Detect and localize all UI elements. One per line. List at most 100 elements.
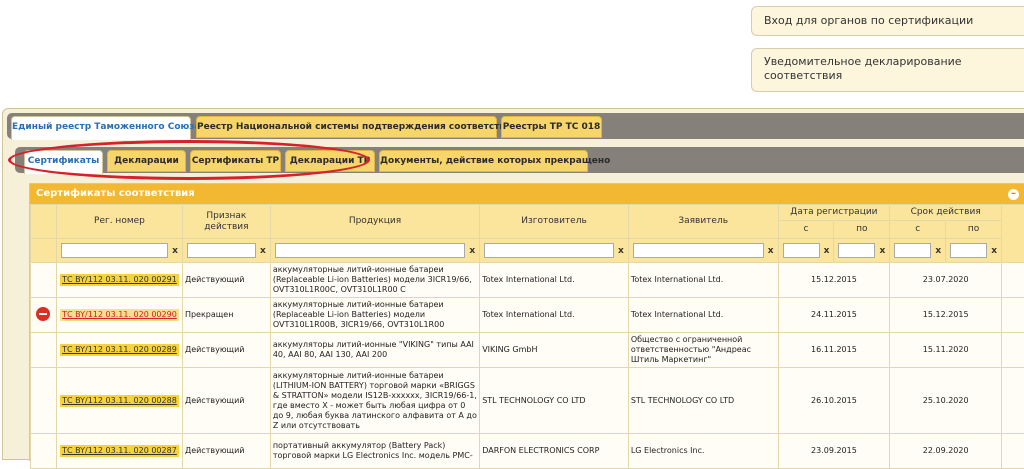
grid-title-bar: Сертификаты соответствия –	[30, 184, 1024, 204]
product-cell: аккумуляторные литий-ионные батареи (Rep…	[270, 263, 479, 298]
col-status[interactable]: Признак действия	[182, 205, 270, 239]
col-validity: Срок действия	[890, 205, 1002, 221]
reg-number-link[interactable]: ТС BY/112 03.11. 020 00287	[60, 445, 179, 457]
table-row[interactable]: ТС BY/112 03.11. 020 00291 Действующий а…	[31, 263, 1024, 298]
applicant-cell: Totex International Ltd.	[628, 263, 778, 298]
filter-product[interactable]	[275, 243, 466, 258]
manufacturer-cell: STL TECHNOLOGY CO LTD	[480, 368, 629, 434]
manufacturer-cell: DARFON ELECTRONICS CORP	[480, 434, 629, 469]
reg-date-cell: 16.11.2015	[778, 333, 890, 368]
valid-to-cell: 22.09.2020	[890, 434, 1002, 469]
valid-to-cell: 25.10.2020	[890, 368, 1002, 434]
tab-tr-ts-018[interactable]: Реестры ТР ТС 018	[501, 116, 602, 138]
product-cell: аккумуляторные литий-ионные батареи (Rep…	[270, 298, 479, 333]
reg-date-cell: 26.10.2015	[778, 368, 890, 434]
col-validity-to[interactable]: по	[946, 221, 1002, 239]
row-icon-cell	[31, 368, 57, 434]
table-row[interactable]: ТС BY/112 03.11. 020 00288 Действующий а…	[31, 368, 1024, 434]
col-reg-number[interactable]: Рег. номер	[56, 205, 182, 239]
filter-reg-date-from[interactable]	[783, 243, 820, 258]
clear-filter-icon[interactable]: x	[824, 246, 830, 256]
tab-declarations-tr[interactable]: Декларации ТР	[285, 150, 375, 172]
table-row[interactable]: ТС BY/112 03.11. 020 00289 Действующий а…	[31, 333, 1024, 368]
product-cell: портативный аккумулятор (Battery Pack) т…	[270, 434, 479, 469]
gutter-cell	[1002, 298, 1024, 333]
tab-terminated-documents[interactable]: Документы, действие которых прекращено	[379, 150, 588, 172]
status-cell: Действующий	[182, 263, 270, 298]
manufacturer-cell: VIKING GmbH	[480, 333, 629, 368]
filter-reg-number[interactable]	[61, 243, 168, 258]
col-product[interactable]: Продукция	[270, 205, 479, 239]
sub-tabs-bar: Сертификаты Декларации Сертификаты ТР Де…	[15, 147, 1024, 173]
status-cell: Прекращен	[182, 298, 270, 333]
manufacturer-cell: Totex International Ltd.	[480, 263, 629, 298]
table-row[interactable]: ТС BY/112 03.11. 020 00287 Действующий п…	[31, 434, 1024, 469]
applicant-cell: LG Electronics Inc.	[628, 434, 778, 469]
clear-filter-icon[interactable]: x	[260, 246, 266, 256]
filter-manufacturer[interactable]	[484, 243, 614, 258]
clear-filter-icon[interactable]: x	[618, 246, 624, 256]
gutter-cell	[1002, 434, 1024, 469]
registry-panel: Единый реестр Таможенного Союза Реестр Н…	[2, 108, 1024, 460]
gutter-cell	[1002, 333, 1024, 368]
reg-number-link[interactable]: ТС BY/112 03.11. 020 00289	[60, 344, 179, 356]
filter-cell-empty	[31, 239, 57, 263]
status-cell: Действующий	[182, 434, 270, 469]
filter-validity-from[interactable]	[894, 243, 931, 258]
tab-national-registry[interactable]: Реестр Национальной системы подтверждени…	[196, 116, 497, 138]
product-cell: аккумуляторы литий-ионные "VIKING" типы …	[270, 333, 479, 368]
clear-filter-icon[interactable]: x	[991, 246, 997, 256]
valid-to-cell: 23.07.2020	[890, 263, 1002, 298]
certification-login-button[interactable]: Вход для органов по сертификации	[751, 6, 1024, 36]
table-row[interactable]: ТС BY/112 03.11. 020 00290 Прекращен акк…	[31, 298, 1024, 333]
row-icon-cell	[31, 333, 57, 368]
clear-filter-icon[interactable]: x	[172, 246, 178, 256]
filter-reg-date-to[interactable]	[838, 243, 875, 258]
grid-title: Сертификаты соответствия	[36, 188, 195, 199]
gutter-cell	[1002, 263, 1024, 298]
applicant-cell: STL TECHNOLOGY CO LTD	[628, 368, 778, 434]
icon-column-header	[31, 205, 57, 239]
tab-certificates-tr[interactable]: Сертификаты ТР	[190, 150, 281, 172]
scroll-gutter	[1002, 205, 1024, 263]
collapse-icon[interactable]: –	[1008, 189, 1019, 200]
valid-to-cell: 15.11.2020	[890, 333, 1002, 368]
status-cell: Действующий	[182, 368, 270, 434]
clear-filter-icon[interactable]: x	[768, 246, 774, 256]
valid-to-cell: 15.12.2015	[890, 298, 1002, 333]
certificates-grid: Сертификаты соответствия – Рег. номер Пр…	[29, 183, 1024, 461]
manufacturer-cell: Totex International Ltd.	[480, 298, 629, 333]
col-reg-date: Дата регистрации	[778, 205, 890, 221]
certificates-table: Рег. номер Признак действия Продукция Из…	[30, 204, 1024, 469]
reg-date-cell: 15.12.2015	[778, 263, 890, 298]
row-icon-cell	[31, 263, 57, 298]
reg-date-cell: 24.11.2015	[778, 298, 890, 333]
clear-filter-icon[interactable]: x	[879, 246, 885, 256]
tab-customs-union-registry[interactable]: Единый реестр Таможенного Союза	[11, 116, 191, 140]
product-cell: аккумуляторные литий-ионные батареи (LIT…	[270, 368, 479, 434]
reg-date-cell: 23.09.2015	[778, 434, 890, 469]
filter-validity-to[interactable]	[950, 243, 987, 258]
col-reg-date-to[interactable]: по	[834, 221, 890, 239]
tab-certificates[interactable]: Сертификаты	[24, 150, 103, 174]
notification-declaration-button[interactable]: Уведомительное декларирование соответств…	[751, 48, 1024, 92]
reg-number-link[interactable]: ТС BY/112 03.11. 020 00290	[60, 309, 179, 321]
tab-declarations[interactable]: Декларации	[107, 150, 186, 172]
applicant-cell: Totex International Ltd.	[628, 298, 778, 333]
status-cell: Действующий	[182, 333, 270, 368]
filter-applicant[interactable]	[633, 243, 764, 258]
clear-filter-icon[interactable]: x	[469, 246, 475, 256]
col-manufacturer[interactable]: Изготовитель	[480, 205, 629, 239]
col-reg-date-from[interactable]: с	[778, 221, 834, 239]
filter-status[interactable]	[187, 243, 256, 258]
reg-number-link[interactable]: ТС BY/112 03.11. 020 00288	[60, 395, 179, 407]
applicant-cell: Общество с ограниченной ответственностью…	[628, 333, 778, 368]
row-icon-cell	[31, 434, 57, 469]
col-validity-from[interactable]: с	[890, 221, 946, 239]
gutter-cell	[1002, 368, 1024, 434]
top-tabs-bar: Единый реестр Таможенного Союза Реестр Н…	[7, 113, 1024, 139]
terminated-status-icon	[36, 307, 50, 321]
reg-number-link[interactable]: ТС BY/112 03.11. 020 00291	[60, 274, 179, 286]
clear-filter-icon[interactable]: x	[935, 246, 941, 256]
col-applicant[interactable]: Заявитель	[628, 205, 778, 239]
